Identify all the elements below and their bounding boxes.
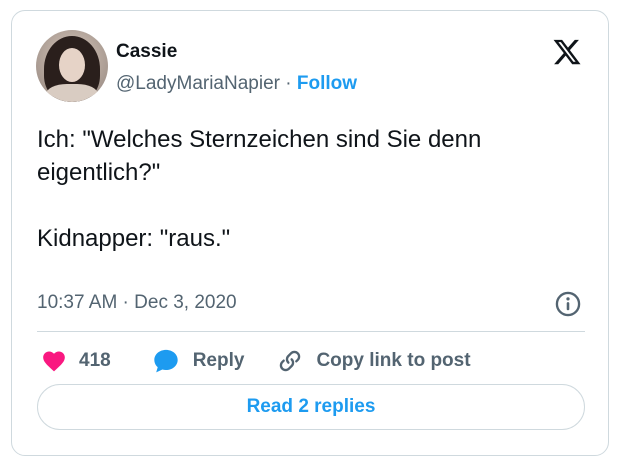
reply-button[interactable]: Reply (151, 347, 245, 375)
avatar[interactable] (36, 30, 108, 102)
follow-button[interactable]: Follow (297, 73, 357, 94)
x-logo-icon[interactable] (552, 37, 582, 67)
tweet-text: Ich: "Welches Sternzeichen sind Sie denn… (37, 126, 482, 252)
reply-bubble-icon (154, 349, 178, 373)
info-icon[interactable] (554, 290, 582, 318)
avatar-body (46, 84, 98, 102)
handle-separator: · (279, 73, 297, 94)
heart-icon (43, 351, 65, 372)
reply-label: Reply (192, 350, 245, 371)
divider (37, 331, 585, 332)
author-handle[interactable]: @LadyMariaNapier (116, 73, 280, 94)
author-name[interactable]: Cassie (116, 41, 177, 63)
avatar-face (59, 48, 85, 82)
read-replies-button[interactable]: Read 2 replies (37, 384, 585, 430)
likes-count: 418 (79, 350, 111, 371)
tweet-timestamp[interactable]: 10:37 AM · Dec 3, 2020 (37, 292, 237, 314)
author-handle-row: @LadyMariaNapier · Follow (116, 73, 357, 95)
action-bar: 418 Reply Copy link to post (37, 339, 471, 383)
link-icon (280, 350, 301, 372)
copy-link-button[interactable]: Copy link to post (276, 347, 471, 375)
tweet-card: Cassie @LadyMariaNapier · Follow Ich: "W… (11, 10, 609, 456)
copy-link-label: Copy link to post (316, 350, 471, 371)
like-button[interactable]: 418 (41, 348, 111, 374)
